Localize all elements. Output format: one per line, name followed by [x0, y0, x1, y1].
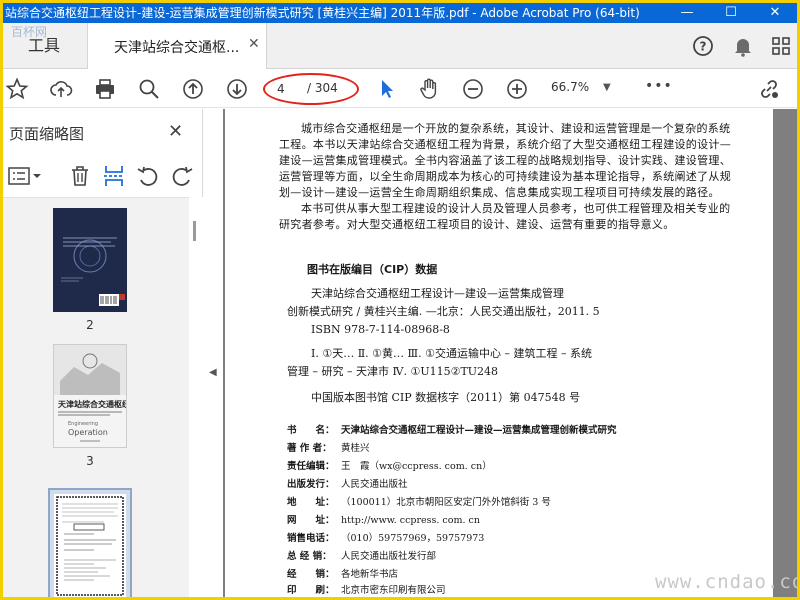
thumbnail-cover-title: 天津站综合交通枢纽工程	[58, 399, 126, 409]
thumbnail-scrollbar[interactable]	[189, 197, 203, 597]
info-label: 网 址：	[287, 515, 335, 526]
bell-icon[interactable]	[731, 34, 755, 58]
info-row: 印 刷： 北京市密东印刷有限公司	[287, 585, 446, 597]
more-tools-button[interactable]: •••	[645, 78, 673, 94]
page-thumbnail-image	[56, 496, 124, 596]
panel-toolbar	[3, 159, 203, 193]
info-label: 出版发行：	[287, 479, 335, 490]
thumbnail-cover-word2: Operation	[68, 428, 108, 437]
pdf-page: 城市综合交通枢纽是一个开放的复杂系统，其设计、建设和运营管理是一个复杂的系统工程…	[225, 109, 773, 597]
tab-document-label: 天津站综合交通枢...	[114, 40, 240, 56]
rotate-left-icon[interactable]	[135, 163, 161, 189]
zoom-out-icon[interactable]	[461, 77, 485, 101]
info-label: 书 名：	[287, 425, 335, 436]
scrollbar-thumb[interactable]	[193, 221, 196, 241]
info-label: 责任编辑：	[287, 461, 335, 472]
info-label: 印 刷：	[287, 585, 335, 596]
search-icon[interactable]	[137, 77, 161, 101]
title-bar: 站综合交通枢纽工程设计-建设-运营集成管理创新模式研究 [黄桂兴主编] 2011…	[3, 3, 797, 23]
collapse-panel-icon[interactable]: ◀	[209, 367, 217, 378]
cloud-upload-icon[interactable]	[49, 77, 73, 101]
book-back-cover-image	[61, 237, 125, 306]
info-value: 人民交通出版社发行部	[341, 551, 437, 562]
info-row: 著 作 者： 黄桂兴	[287, 443, 370, 455]
select-pointer-icon[interactable]	[375, 77, 399, 101]
app-window: 站综合交通枢纽工程设计-建设-运营集成管理创新模式研究 [黄桂兴主编] 2011…	[3, 3, 797, 597]
info-row: 经 销： 各地新华书店	[287, 569, 398, 581]
cip-heading: 图书在版编目（CIP）数据	[307, 263, 438, 276]
tab-document[interactable]: 天津站综合交通枢... ✕	[87, 23, 267, 69]
grid-apps-icon[interactable]	[769, 34, 793, 58]
info-row: 销售电话： （010）59757969，59757973	[287, 533, 484, 545]
info-row: 地 址： （100011）北京市朝阳区安定门外外馆斜街 3 号	[287, 497, 551, 509]
info-label: 地 址：	[287, 497, 335, 508]
document-view[interactable]: 城市综合交通枢纽是一个开放的复杂系统，其设计、建设和运营管理是一个复杂的系统工程…	[223, 109, 797, 597]
info-value: http://www. ccpress. com. cn	[341, 515, 480, 526]
thumbnail-page[interactable]	[53, 208, 127, 312]
zoom-in-icon[interactable]	[505, 77, 529, 101]
options-menu-icon[interactable]	[7, 163, 45, 189]
cip-line: 管理 – 研究 – 天津市 Ⅳ. ①U115②TU248	[287, 365, 499, 378]
info-value: 天津站综合交通枢纽工程设计—建设—运营集成管理创新模式研究	[341, 425, 617, 436]
thumbnail-selected-frame[interactable]	[48, 488, 132, 597]
info-value: （100011）北京市朝阳区安定门外外馆斜街 3 号	[341, 497, 551, 508]
info-label: 经 销：	[287, 569, 335, 580]
tab-bar: 百杯网 工具 天津站综合交通枢... ✕ ?	[3, 23, 797, 69]
next-page-icon[interactable]	[225, 77, 249, 101]
rotate-right-icon[interactable]	[169, 163, 195, 189]
thumbnail-list[interactable]: 2 天津站综合交通枢纽工程 Engineering Operation 3	[3, 197, 189, 597]
info-value: 黄桂兴	[341, 443, 370, 454]
info-label: 销售电话：	[287, 533, 335, 544]
extract-page-icon[interactable]	[101, 163, 127, 189]
info-label: 著 作 者：	[287, 443, 332, 454]
paragraph-audience: 本书可供从事大型工程建设的设计人员及管理人员参考，也可供工程管理及相关专业的研究…	[279, 202, 731, 231]
thumbnail-cover-word1: Engineering	[68, 421, 98, 427]
svg-text:?: ?	[700, 40, 707, 54]
cip-line: ISBN 978-7-114-08968-8	[311, 323, 450, 336]
panel-close-button[interactable]: ✕	[168, 121, 183, 142]
tab-tools[interactable]: 工具	[3, 23, 85, 69]
zoom-dropdown-icon[interactable]: ▼	[603, 82, 611, 93]
paragraph-intro: 城市综合交通枢纽是一个开放的复杂系统，其设计、建设和运营管理是一个复杂的系统工程…	[279, 122, 731, 199]
thumbnail-page[interactable]: 天津站综合交通枢纽工程 Engineering Operation	[53, 344, 146, 448]
info-row: 出版发行： 人民交通出版社	[287, 479, 408, 491]
info-value: 人民交通出版社	[341, 479, 408, 490]
close-window-button[interactable]: ✕	[753, 3, 797, 23]
cip-line: 创新模式研究 / 黄桂兴主编. —北京：人民交通出版社，2011. 5	[287, 305, 600, 318]
star-icon[interactable]	[5, 77, 29, 101]
hand-tool-icon[interactable]	[417, 77, 441, 101]
help-icon[interactable]: ?	[691, 34, 715, 58]
book-cover-image: 天津站综合交通枢纽工程 Engineering Operation	[54, 345, 146, 442]
thumbnail-page[interactable]	[54, 494, 126, 597]
panel-divider[interactable]: ◀	[203, 109, 223, 597]
info-row: 责任编辑： 王 霞（wx@ccpress. com. cn）	[287, 461, 492, 473]
cip-line: Ⅰ. ①天… Ⅱ. ①黄… Ⅲ. ①交通运输中心 – 建筑工程 – 系统	[311, 347, 592, 360]
thumbnail-label: 3	[86, 454, 94, 468]
zoom-level[interactable]: 66.7%	[551, 80, 589, 94]
previous-page-icon[interactable]	[181, 77, 205, 101]
info-row: 书 名： 天津站综合交通枢纽工程设计—建设—运营集成管理创新模式研究	[287, 425, 617, 437]
info-value: 各地新华书店	[341, 569, 399, 580]
maximize-button[interactable]: ☐	[709, 3, 753, 23]
info-label: 总 经 销：	[287, 551, 332, 562]
cip-line: 中国版本图书馆 CIP 数据核字（2011）第 047548 号	[311, 391, 581, 404]
info-row: 总 经 销： 人民交通出版社发行部	[287, 551, 436, 563]
info-value: 王 霞（wx@ccpress. com. cn）	[341, 461, 492, 472]
site-watermark: www.cndao.co	[655, 571, 797, 593]
minimize-button[interactable]: —	[665, 3, 709, 23]
thumbnail-label: 2	[86, 318, 94, 332]
info-row: 网 址： http://www. ccpress. com. cn	[287, 515, 480, 527]
print-icon[interactable]	[93, 77, 117, 101]
main-toolbar: / 304 66.7% ▼ •••	[3, 70, 797, 108]
page-thumbnails-panel: 页面缩略图 ✕ 2 天津站综合交通枢 Engineering Operation…	[3, 109, 203, 597]
panel-title: 页面缩略图	[9, 125, 85, 143]
share-link-icon[interactable]	[757, 77, 781, 101]
delete-page-icon[interactable]	[67, 163, 93, 189]
info-value: 北京市密东印刷有限公司	[341, 585, 446, 596]
window-title: 站综合交通枢纽工程设计-建设-运营集成管理创新模式研究 [黄桂兴主编] 2011…	[5, 6, 640, 20]
cip-line: 天津站综合交通枢纽工程设计—建设—运营集成管理	[311, 287, 564, 300]
tab-close-icon[interactable]: ✕	[248, 36, 260, 52]
info-value: （010）59757969，59757973	[341, 533, 485, 544]
highlight-ellipse	[263, 73, 359, 105]
